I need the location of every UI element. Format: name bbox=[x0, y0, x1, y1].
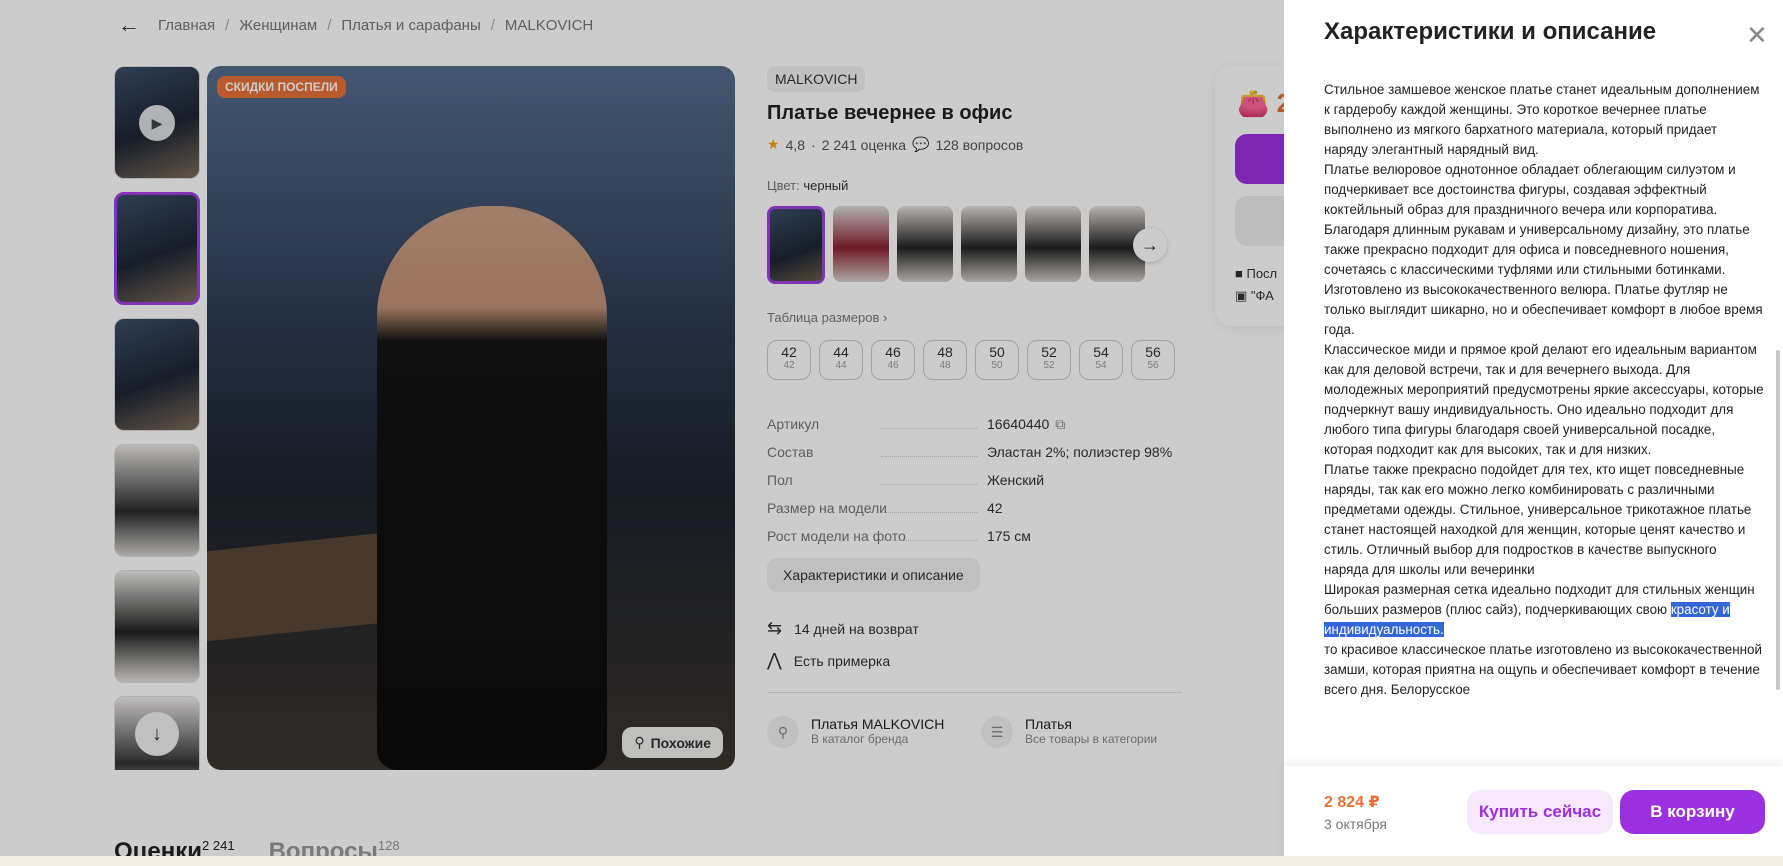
description-paragraph: Изготовлено из высококачественного велюр… bbox=[1324, 282, 1763, 337]
modal-overlay[interactable] bbox=[0, 0, 1284, 866]
drawer-footer: 2 824 ₽ 3 октября Купить сейчас В корзин… bbox=[1284, 766, 1783, 866]
product-page: ← Главная / Женщинам / Платья и сарафаны… bbox=[0, 0, 1783, 866]
drawer-title: Характеристики и описание bbox=[1324, 18, 1657, 45]
description-paragraph: Стильное замшевое женское платье станет … bbox=[1324, 82, 1760, 157]
description-text: Стильное замшевое женское платье станет … bbox=[1324, 80, 1764, 768]
add-to-cart-button[interactable]: В корзину bbox=[1620, 790, 1765, 834]
description-paragraph: то красивое классическое платье изготовл… bbox=[1324, 642, 1762, 697]
browser-bottom-strip bbox=[0, 856, 1783, 866]
description-paragraph: Широкая размерная сетка идеально подходи… bbox=[1324, 580, 1764, 640]
description-paragraph: Классическое миди и прямое крой делают е… bbox=[1324, 342, 1764, 457]
description-paragraph: Платье велюровое однотонное обладает обл… bbox=[1324, 162, 1750, 277]
footer-delivery-date: 3 октября bbox=[1324, 816, 1387, 832]
footer-price: 2 824 ₽ bbox=[1324, 794, 1380, 811]
close-icon[interactable]: ✕ bbox=[1746, 20, 1768, 51]
description-paragraph: Платье также прекрасно подойдет для тех,… bbox=[1324, 462, 1752, 577]
drawer-scrollbar[interactable] bbox=[1776, 350, 1780, 690]
characteristics-drawer: Характеристики и описание ✕ Стильное зам… bbox=[1284, 0, 1783, 866]
buy-now-button[interactable]: Купить сейчас bbox=[1467, 790, 1613, 834]
